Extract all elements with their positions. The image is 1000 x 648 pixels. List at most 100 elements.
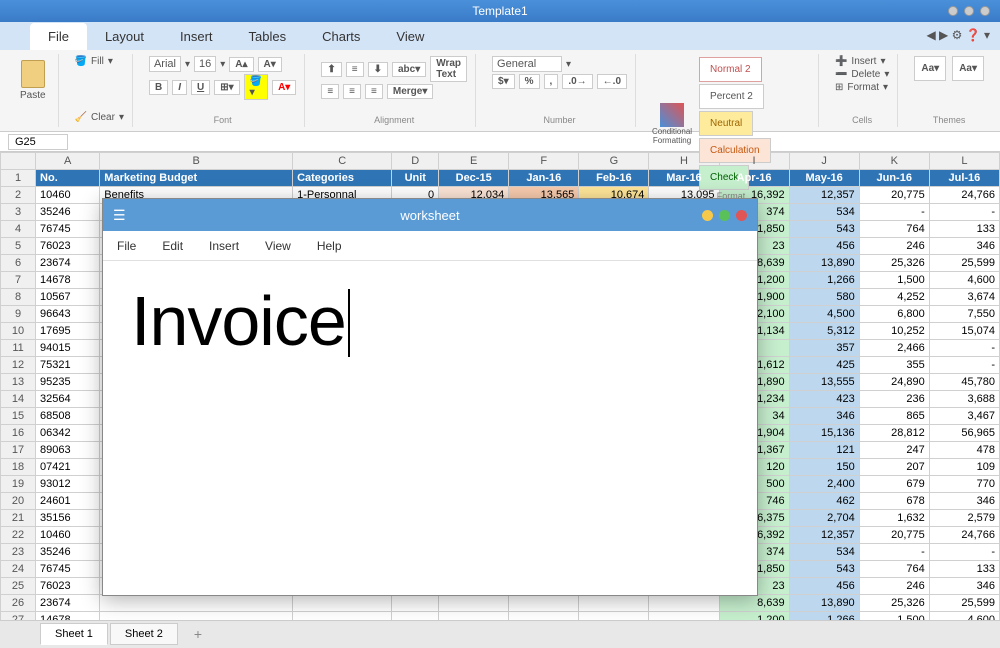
align-left-button[interactable]: ≡ bbox=[321, 84, 339, 99]
cell[interactable]: 13,555 bbox=[789, 374, 859, 391]
maximize-icon[interactable] bbox=[719, 210, 730, 221]
cell[interactable]: 1,266 bbox=[789, 612, 859, 621]
cond-format-button[interactable]: Conditional Formatting bbox=[652, 103, 692, 145]
window-controls[interactable] bbox=[948, 6, 990, 16]
cell[interactable]: 764 bbox=[859, 561, 929, 578]
cell[interactable]: 346 bbox=[929, 238, 999, 255]
cell[interactable]: - bbox=[929, 544, 999, 561]
cell[interactable]: - bbox=[859, 204, 929, 221]
cell[interactable]: 15,074 bbox=[929, 323, 999, 340]
cell[interactable]: - bbox=[929, 204, 999, 221]
cell[interactable]: 150 bbox=[789, 459, 859, 476]
cell[interactable]: 1,500 bbox=[859, 272, 929, 289]
worksheet-window-controls[interactable] bbox=[702, 210, 747, 221]
cell[interactable]: 478 bbox=[929, 442, 999, 459]
cell[interactable]: 56,965 bbox=[929, 425, 999, 442]
cell[interactable]: 24,766 bbox=[929, 187, 999, 204]
font-name-select[interactable]: Arial bbox=[149, 56, 181, 72]
cell[interactable]: 425 bbox=[789, 357, 859, 374]
cell[interactable]: 23674 bbox=[36, 255, 100, 272]
align-right-button[interactable]: ≡ bbox=[365, 84, 383, 99]
currency-button[interactable]: $▾ bbox=[492, 74, 515, 89]
cell[interactable]: 423 bbox=[789, 391, 859, 408]
border-button[interactable]: ⊞▾ bbox=[214, 80, 239, 95]
tab-file[interactable]: File bbox=[30, 23, 87, 50]
cell[interactable]: 346 bbox=[929, 493, 999, 510]
cell[interactable]: 14678 bbox=[36, 272, 100, 289]
merge-button[interactable]: Merge▾ bbox=[387, 84, 433, 99]
cell[interactable]: 770 bbox=[929, 476, 999, 493]
cell[interactable]: 14678 bbox=[36, 612, 100, 621]
ws-menu-edit[interactable]: Edit bbox=[162, 239, 183, 253]
cell[interactable]: 94015 bbox=[36, 340, 100, 357]
cell[interactable]: 3,688 bbox=[929, 391, 999, 408]
cell[interactable]: 5,312 bbox=[789, 323, 859, 340]
cell[interactable]: 35246 bbox=[36, 544, 100, 561]
ws-menu-help[interactable]: Help bbox=[317, 239, 342, 253]
cell[interactable]: 1,200 bbox=[719, 612, 789, 621]
cell[interactable]: 357 bbox=[789, 340, 859, 357]
cell[interactable]: 76745 bbox=[36, 221, 100, 238]
worksheet-window[interactable]: ☰ worksheet File Edit Insert View Help I… bbox=[102, 198, 758, 596]
cell[interactable]: 4,600 bbox=[929, 612, 999, 621]
cell[interactable]: 2,579 bbox=[929, 510, 999, 527]
cell[interactable]: 2,400 bbox=[789, 476, 859, 493]
cell[interactable]: 10567 bbox=[36, 289, 100, 306]
cell[interactable] bbox=[100, 612, 293, 621]
cell[interactable]: 764 bbox=[859, 221, 929, 238]
cell[interactable] bbox=[293, 595, 392, 612]
cell[interactable] bbox=[439, 595, 509, 612]
worksheet-titlebar[interactable]: ☰ worksheet bbox=[103, 199, 757, 231]
cell[interactable]: 23674 bbox=[36, 595, 100, 612]
cell[interactable]: 133 bbox=[929, 561, 999, 578]
cell[interactable] bbox=[293, 612, 392, 621]
cell[interactable] bbox=[509, 595, 579, 612]
cell[interactable]: 25,599 bbox=[929, 595, 999, 612]
percent-button[interactable]: % bbox=[519, 74, 540, 89]
cell[interactable]: 456 bbox=[789, 578, 859, 595]
cell[interactable]: 15,136 bbox=[789, 425, 859, 442]
cell[interactable] bbox=[649, 612, 719, 621]
minimize-icon[interactable] bbox=[702, 210, 713, 221]
cell[interactable]: 4,252 bbox=[859, 289, 929, 306]
cell[interactable]: 246 bbox=[859, 238, 929, 255]
orientation-button[interactable]: abc▾ bbox=[392, 62, 426, 77]
themes-button[interactable]: Aa▾ bbox=[914, 56, 946, 81]
cell[interactable]: 20,775 bbox=[859, 527, 929, 544]
align-center-button[interactable]: ≡ bbox=[343, 84, 361, 99]
style-normal2[interactable]: Normal 2 bbox=[699, 57, 762, 82]
cell[interactable]: 543 bbox=[789, 561, 859, 578]
delete-cells-button[interactable]: ➖ Delete ▾ bbox=[835, 69, 889, 80]
cell[interactable]: 355 bbox=[859, 357, 929, 374]
add-sheet-button[interactable]: + bbox=[180, 622, 216, 646]
cell[interactable]: 95235 bbox=[36, 374, 100, 391]
tab-layout[interactable]: Layout bbox=[87, 23, 162, 50]
cell[interactable]: 06342 bbox=[36, 425, 100, 442]
theme-colors-button[interactable]: Aa▾ bbox=[952, 56, 984, 81]
dec-decimal-button[interactable]: ←.0 bbox=[597, 74, 627, 89]
decrease-font-button[interactable]: A▾ bbox=[258, 57, 282, 72]
cell-reference-box[interactable]: G25 bbox=[8, 134, 68, 150]
cell[interactable]: 247 bbox=[859, 442, 929, 459]
close-icon[interactable] bbox=[736, 210, 747, 221]
cell[interactable]: 10460 bbox=[36, 527, 100, 544]
cell[interactable]: 68508 bbox=[36, 408, 100, 425]
ws-menu-insert[interactable]: Insert bbox=[209, 239, 239, 253]
cell[interactable]: 4,500 bbox=[789, 306, 859, 323]
cell[interactable]: 3,674 bbox=[929, 289, 999, 306]
cell[interactable]: 4,600 bbox=[929, 272, 999, 289]
align-top-button[interactable]: ⬆ bbox=[321, 62, 341, 77]
cell[interactable]: - bbox=[929, 340, 999, 357]
cell[interactable]: 207 bbox=[859, 459, 929, 476]
cell[interactable]: 121 bbox=[789, 442, 859, 459]
cell[interactable]: 12,357 bbox=[789, 527, 859, 544]
cell[interactable]: 32564 bbox=[36, 391, 100, 408]
cell[interactable]: 456 bbox=[789, 238, 859, 255]
cell[interactable]: 24601 bbox=[36, 493, 100, 510]
cell[interactable] bbox=[579, 595, 649, 612]
align-bottom-button[interactable]: ⬇ bbox=[368, 62, 388, 77]
format-cells-button[interactable]: ⊞ Format ▾ bbox=[835, 82, 889, 93]
cell[interactable] bbox=[392, 612, 439, 621]
cell[interactable]: 13,890 bbox=[789, 255, 859, 272]
cell[interactable]: 76023 bbox=[36, 238, 100, 255]
